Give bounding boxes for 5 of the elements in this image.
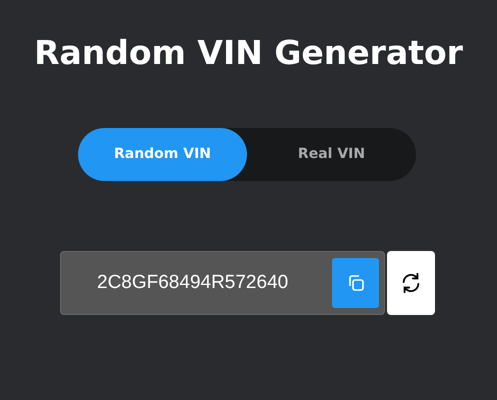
- mode-tab[interactable]: Real VIN: [247, 128, 416, 181]
- copy-button[interactable]: [332, 258, 379, 308]
- page-title: Random VIN Generator: [33, 32, 464, 73]
- refresh-button[interactable]: [387, 250, 435, 315]
- refresh-icon: [400, 272, 422, 294]
